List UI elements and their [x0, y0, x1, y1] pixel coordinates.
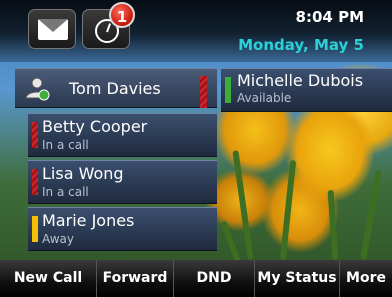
wallpaper-stem [327, 189, 339, 261]
presence-indicator [32, 122, 38, 148]
wallpaper-stem [279, 159, 297, 261]
line-key-tom-davies[interactable]: Tom Davies [15, 68, 217, 108]
contact-status: In a call [42, 138, 89, 152]
presence-indicator [225, 77, 231, 103]
new-call-softkey[interactable]: New Call [0, 260, 97, 297]
date-label: Monday, May 5 [238, 36, 364, 54]
wallpaper-stem [220, 220, 242, 265]
missed-calls-badge: 1 [109, 2, 135, 28]
presence-indicator [32, 216, 38, 242]
wallpaper-stem [360, 170, 382, 260]
call-history-button[interactable]: 1 [82, 2, 135, 49]
contact-name: Marie Jones [42, 211, 135, 230]
contact-tile-marie-jones[interactable]: Marie Jones Away [28, 207, 217, 251]
envelope-icon [38, 19, 68, 40]
presence-indicator [32, 169, 38, 195]
clock-time: 8:04 PM [295, 8, 364, 26]
contact-status: Available [237, 91, 292, 105]
more-softkey[interactable]: More [340, 260, 392, 297]
my-status-softkey[interactable]: My Status [255, 260, 340, 297]
dnd-softkey[interactable]: DND [174, 260, 255, 297]
contact-name: Michelle Dubois [237, 71, 364, 90]
phone-screen: 1 8:04 PM Monday, May 5 Tom Davies Miche… [0, 0, 392, 297]
contact-tile-lisa-wong[interactable]: Lisa Wong In a call [28, 160, 217, 204]
contact-name: Betty Cooper [42, 117, 148, 136]
contact-name: Lisa Wong [42, 164, 124, 183]
contact-tile-betty-cooper[interactable]: Betty Cooper In a call [28, 113, 217, 157]
wallpaper-stem [232, 150, 254, 260]
busy-indicator [200, 76, 207, 108]
softkey-bar: New Call Forward DND My Status More [0, 260, 392, 297]
contact-tile-michelle-dubois[interactable]: Michelle Dubois Available [221, 68, 392, 112]
contact-status: Away [42, 232, 74, 246]
user-phone-icon [25, 77, 50, 101]
forward-softkey[interactable]: Forward [97, 260, 174, 297]
messages-button[interactable] [28, 9, 76, 49]
line-key-label: Tom Davies [69, 79, 161, 98]
contact-status: In a call [42, 185, 89, 199]
status-bar: 1 8:04 PM Monday, May 5 [0, 0, 392, 62]
